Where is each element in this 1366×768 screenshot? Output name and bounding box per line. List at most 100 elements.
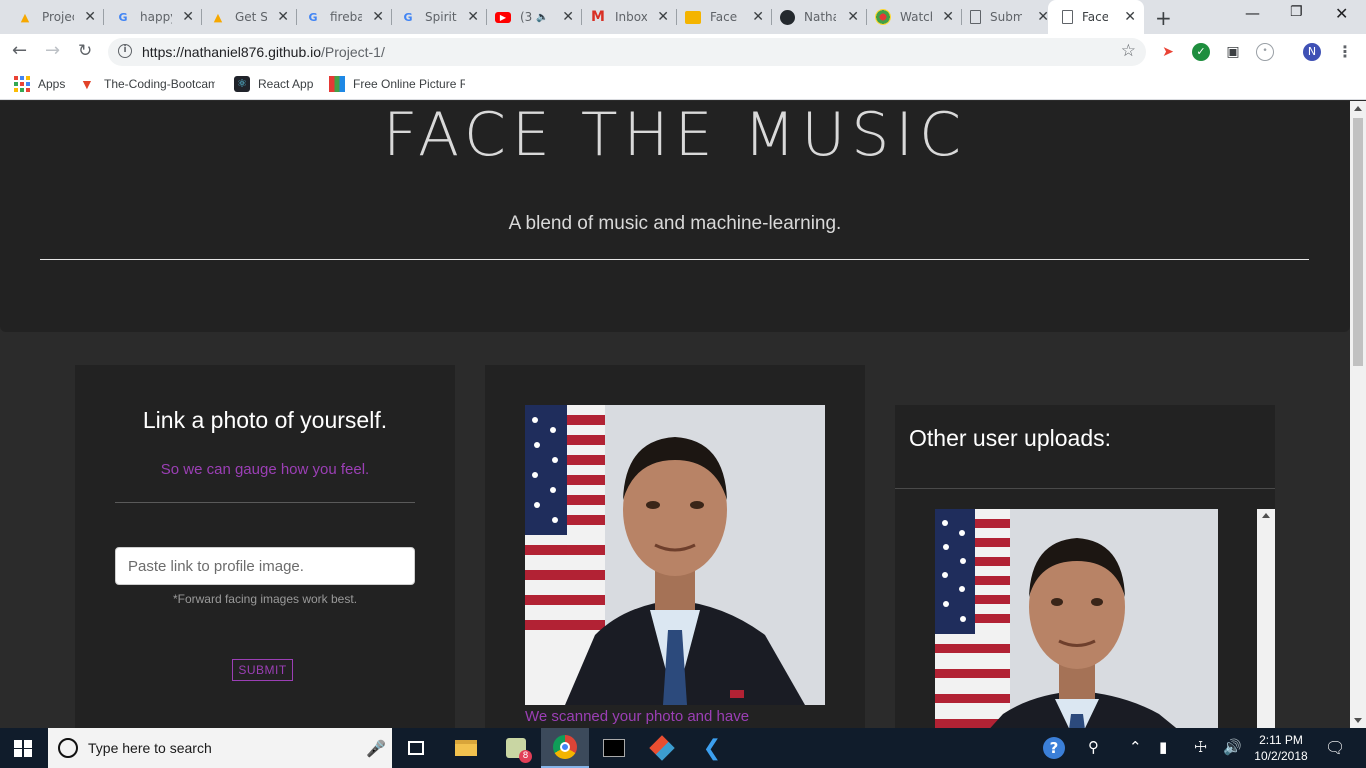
speaker-icon[interactable]: 🔈 bbox=[536, 12, 548, 23]
uploads-list[interactable] bbox=[895, 509, 1275, 728]
extension-circle-icon[interactable]: • bbox=[1256, 43, 1274, 61]
close-icon[interactable]: ✕ bbox=[1124, 9, 1136, 25]
scan-result-text: We scanned your photo and have bbox=[525, 708, 750, 725]
taskbar-chrome[interactable] bbox=[541, 728, 589, 768]
tab-face-the-music[interactable]: Face The ✕ bbox=[1048, 0, 1144, 34]
tab-project[interactable]: ▲ Project ✕ bbox=[0, 0, 104, 34]
firebase-icon: ▲ bbox=[20, 10, 30, 24]
tab-face-slides[interactable]: Face ✕ bbox=[668, 0, 772, 34]
watch-icon bbox=[875, 9, 891, 25]
result-card: We scanned your photo and have bbox=[485, 365, 865, 728]
address-bar[interactable]: i https://nathaniel876.github.io/Project… bbox=[108, 38, 1146, 66]
other-uploads-card: Other user uploads: bbox=[895, 405, 1275, 728]
uploads-card-divider bbox=[895, 488, 1275, 489]
extension-cast-icon[interactable]: ➤ bbox=[1159, 43, 1177, 61]
tab-happy[interactable]: G happy ✕ bbox=[98, 0, 202, 34]
tab-submit[interactable]: Submit ✕ bbox=[953, 0, 1057, 34]
uploads-card-title: Other user uploads: bbox=[909, 425, 1112, 451]
uploads-scrollbar[interactable] bbox=[1257, 509, 1275, 728]
close-icon[interactable]: ✕ bbox=[84, 9, 96, 25]
bookmark-react-app[interactable]: ⚛ React App bbox=[234, 76, 313, 92]
scanned-profile-photo bbox=[525, 405, 825, 705]
youtube-icon: ▶ bbox=[495, 11, 511, 23]
taskbar-search-box[interactable]: Type here to search 🎤 bbox=[48, 728, 392, 768]
page-scrollbar[interactable] bbox=[1350, 101, 1366, 728]
submit-button[interactable]: SUBMIT bbox=[232, 659, 293, 681]
task-view-icon bbox=[408, 741, 424, 755]
taskbar-vscode[interactable]: ❮ bbox=[688, 728, 736, 768]
restore-button[interactable]: ❐ bbox=[1290, 4, 1303, 20]
forward-button[interactable]: → bbox=[45, 42, 60, 60]
notification-icon[interactable]: 🗨 bbox=[1325, 738, 1345, 757]
taskbar-file-explorer[interactable] bbox=[442, 728, 490, 768]
bookmark-free-picture[interactable]: Free Online Picture R bbox=[329, 76, 465, 92]
google-icon: G bbox=[118, 10, 128, 24]
bookmark-apps[interactable]: Apps bbox=[14, 76, 65, 92]
folder-icon bbox=[455, 740, 477, 756]
site-title: FACE THE MUSIC bbox=[383, 101, 967, 170]
vscode-icon: ❮ bbox=[702, 735, 722, 761]
microphone-icon[interactable]: 🎤 bbox=[366, 739, 386, 758]
bookmarks-bar: Apps ▼ The-Coding-Bootcam ⚛ React App Fr… bbox=[0, 70, 1366, 100]
cortana-icon bbox=[58, 738, 78, 758]
tab-inbox[interactable]: M Inbox ✕ bbox=[573, 0, 677, 34]
reload-button[interactable]: ↻ bbox=[78, 42, 92, 60]
firebase-icon: ▲ bbox=[213, 10, 223, 24]
scroll-down-arrow-icon[interactable] bbox=[1354, 718, 1362, 723]
extension-screen-icon[interactable]: ▣ bbox=[1224, 43, 1242, 61]
apps-grid-icon bbox=[14, 76, 30, 92]
chrome-icon bbox=[553, 735, 577, 759]
chevron-up-icon[interactable]: ⌃ bbox=[1129, 738, 1142, 756]
upload-photo-card: Link a photo of yourself. So we can gaug… bbox=[75, 365, 455, 728]
new-tab-button[interactable]: + bbox=[1155, 6, 1172, 30]
upload-hint: *Forward facing images work best. bbox=[172, 592, 358, 606]
tab-spirit[interactable]: G Spirit ✕ bbox=[383, 0, 487, 34]
info-icon[interactable]: i bbox=[118, 44, 132, 58]
upload-card-title: Link a photo of yourself. bbox=[142, 407, 388, 433]
back-button[interactable]: ← bbox=[12, 42, 27, 60]
scroll-up-arrow-icon[interactable] bbox=[1262, 513, 1270, 518]
taskbar-git[interactable] bbox=[638, 728, 686, 768]
profile-avatar[interactable]: N bbox=[1303, 43, 1321, 61]
tab-firebase[interactable]: G firebase ✕ bbox=[288, 0, 392, 34]
taskbar-terminal[interactable] bbox=[590, 728, 638, 768]
tab-github[interactable]: Nathaniel ✕ bbox=[763, 0, 867, 34]
scrollbar-thumb[interactable] bbox=[1353, 118, 1363, 366]
slides-icon bbox=[685, 10, 701, 24]
git-icon bbox=[649, 735, 675, 761]
tab-watch[interactable]: Watch ✕ bbox=[858, 0, 962, 34]
browser-toolbar: ← → ↻ i https://nathaniel876.github.io/P… bbox=[0, 34, 1366, 70]
picture-grid-icon bbox=[329, 76, 345, 92]
tab-youtube[interactable]: ▶ (3 🔈 ✕ bbox=[478, 0, 582, 34]
url-text: https://nathaniel876.github.io/Project-1… bbox=[142, 44, 385, 60]
task-view-button[interactable] bbox=[392, 728, 440, 768]
page-viewport: FACE THE MUSIC A blend of music and mach… bbox=[0, 101, 1350, 728]
bookmark-coding-bootcamp[interactable]: ▼ The-Coding-Bootcam bbox=[80, 76, 215, 92]
bookmark-star-icon[interactable]: ☆ bbox=[1121, 41, 1136, 61]
react-icon: ⚛ bbox=[234, 76, 250, 92]
windows-start-button[interactable] bbox=[14, 740, 32, 757]
gmail-icon: M bbox=[591, 9, 605, 25]
profile-image-link-input[interactable] bbox=[115, 547, 415, 585]
document-icon bbox=[1062, 10, 1073, 24]
uploaded-photo[interactable] bbox=[935, 509, 1218, 728]
help-icon[interactable]: ? bbox=[1043, 737, 1065, 759]
tab-get-started[interactable]: ▲ Get Started ✕ bbox=[193, 0, 297, 34]
scroll-up-arrow-icon[interactable] bbox=[1354, 106, 1362, 111]
volume-icon[interactable]: 🔊 bbox=[1223, 738, 1242, 756]
minimize-button[interactable]: — bbox=[1245, 4, 1260, 22]
taskbar-app-badge[interactable]: 8 bbox=[492, 728, 540, 768]
app-icon: 8 bbox=[506, 738, 532, 763]
menu-kebab-icon[interactable]: ⋮ bbox=[1336, 43, 1354, 61]
gitlab-icon: ▼ bbox=[80, 76, 94, 92]
google-icon: G bbox=[403, 10, 413, 24]
google-icon: G bbox=[308, 10, 318, 24]
wifi-icon[interactable]: ☩ bbox=[1194, 738, 1207, 756]
extension-check-icon[interactable]: ✓ bbox=[1192, 43, 1210, 61]
people-icon[interactable]: ⚲ bbox=[1088, 738, 1099, 756]
system-clock[interactable]: 2:11 PM 10/2/2018 bbox=[1248, 732, 1314, 764]
upload-card-subtitle: So we can gauge how you feel. bbox=[160, 461, 370, 478]
window-close-button[interactable]: ✕ bbox=[1335, 4, 1348, 23]
battery-icon[interactable]: ▮ bbox=[1159, 738, 1167, 756]
badge-count: 8 bbox=[519, 750, 532, 763]
